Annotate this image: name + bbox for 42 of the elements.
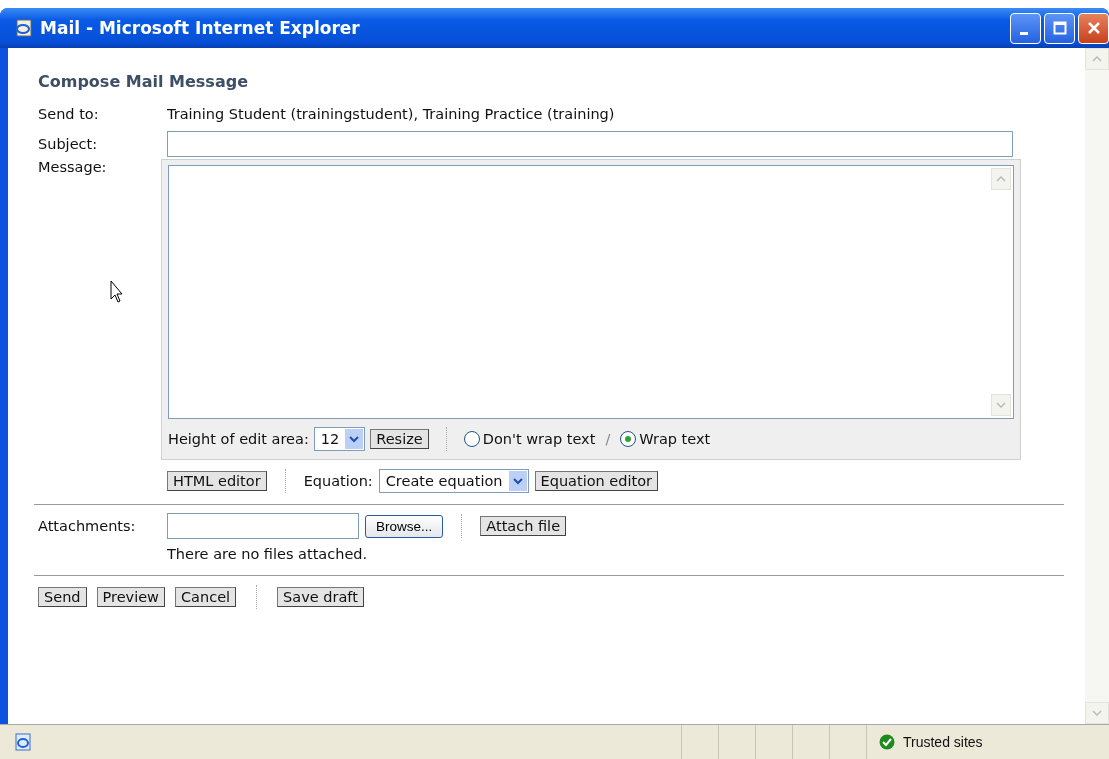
action-button[interactable]: Cancel: [175, 587, 237, 607]
maximize-button[interactable]: [1044, 12, 1075, 44]
recipients-text: Training Student (trainingstudent), Training Practice (training): [167, 106, 615, 122]
browser-icon: [14, 733, 32, 751]
wrap-radio[interactable]: Don't wrap text: [463, 431, 596, 447]
action-button[interactable]: Preview: [96, 587, 165, 607]
equation-editor-button[interactable]: Equation editor: [534, 471, 658, 491]
pointer-icon: [110, 280, 124, 304]
scrollbar[interactable]: [991, 168, 1011, 416]
html-editor-button[interactable]: HTML editor: [167, 471, 267, 491]
field-label: Attachments:: [38, 518, 137, 534]
maximize-icon: [1052, 21, 1067, 35]
minimize-button[interactable]: [1010, 12, 1041, 44]
page-scrollbar[interactable]: [1085, 48, 1109, 724]
wrap-radio[interactable]: Wrap text: [620, 431, 711, 447]
field-label: Height of edit area:: [168, 431, 309, 447]
window-title: Mail - Microsoft Internet Explorer: [40, 18, 360, 38]
field-label: Subject:: [38, 136, 99, 152]
attachments-note: There are no files attached.: [167, 546, 368, 562]
check-icon: [879, 734, 895, 750]
field-label: Equation:: [303, 473, 373, 489]
field-label: Message:: [38, 159, 108, 175]
close-icon: [1086, 21, 1101, 35]
minimize-icon: [1019, 31, 1028, 35]
save-draft-button[interactable]: Save draft: [277, 587, 364, 607]
page-heading: Compose Mail Message: [38, 72, 249, 91]
height-select[interactable]: 12: [313, 427, 366, 451]
security-zone-text: Trusted sites: [903, 734, 983, 750]
browser-icon: [14, 18, 34, 38]
subject-field[interactable]: [167, 131, 1013, 157]
equation-select[interactable]: Create equation: [378, 469, 529, 493]
browse-button[interactable]: Browse...: [365, 514, 444, 538]
resize-button[interactable]: Resize: [370, 429, 429, 449]
field-label: Send to:: [38, 106, 100, 122]
separator-text: /: [605, 431, 611, 447]
close-button[interactable]: [1078, 12, 1109, 44]
message-field[interactable]: [168, 165, 1014, 419]
dropdown-icon: [512, 477, 523, 485]
file-field[interactable]: [167, 513, 359, 539]
attach-file-button[interactable]: Attach file: [480, 516, 567, 536]
dropdown-icon: [349, 435, 360, 443]
action-button[interactable]: Send: [38, 587, 87, 607]
